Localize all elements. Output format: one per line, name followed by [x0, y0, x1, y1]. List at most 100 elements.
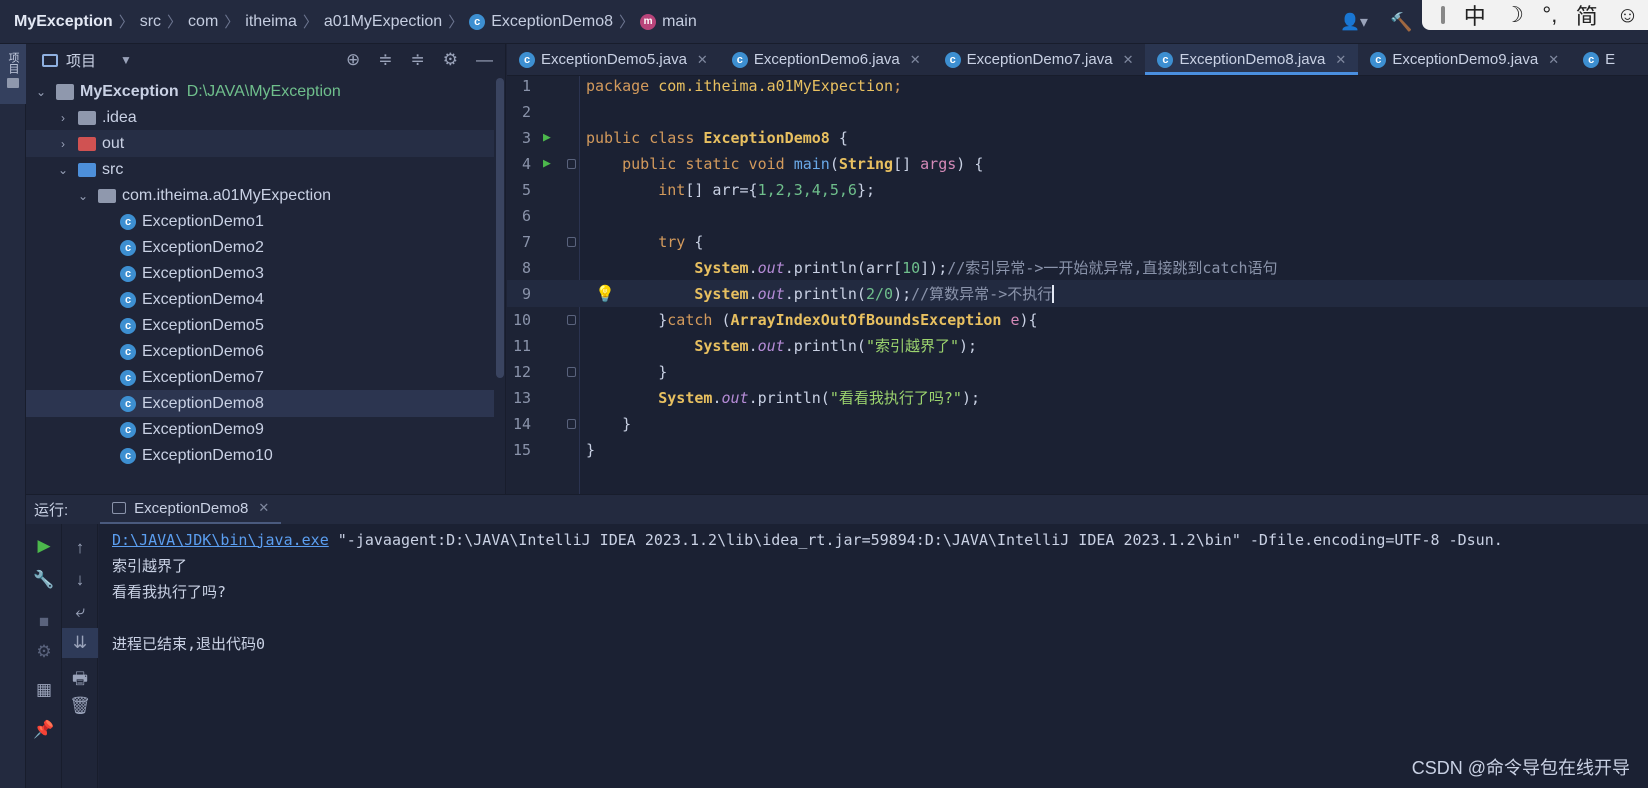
- scroll-to-end-icon[interactable]: ⇊: [62, 628, 98, 658]
- debug-gear-icon[interactable]: ⚙: [26, 642, 62, 662]
- project-panel-title[interactable]: 项目: [66, 50, 96, 71]
- java-exe-link[interactable]: D:\JAVA\JDK\bin\java.exe: [112, 531, 329, 549]
- tree-item-label: ExceptionDemo1: [142, 212, 264, 230]
- arrow-up-icon[interactable]: ↑: [62, 538, 98, 558]
- line-number: 9: [521, 284, 531, 303]
- tree-item-class[interactable]: c ExceptionDemo6: [26, 338, 494, 365]
- breadcrumb-com[interactable]: com: [188, 13, 218, 31]
- tree-item-class[interactable]: c ExceptionDemo5: [26, 312, 494, 339]
- code-line-15: 15 }: [507, 436, 1648, 463]
- run-console[interactable]: D:\JAVA\JDK\bin\java.exe "-javaagent:D:\…: [99, 524, 1648, 788]
- fold-icon[interactable]: [567, 366, 576, 377]
- line-number: 13: [512, 388, 531, 407]
- tree-item-label: ExceptionDemo5: [142, 316, 264, 334]
- code-line-14: 14 }: [507, 410, 1648, 437]
- breadcrumb-project[interactable]: MyException: [14, 13, 113, 31]
- close-icon[interactable]: ✕: [258, 500, 269, 516]
- breadcrumb-src[interactable]: src: [140, 13, 161, 31]
- tree-item-src[interactable]: ⌄ src: [26, 156, 494, 183]
- close-icon[interactable]: ✕: [1548, 52, 1559, 68]
- tab-exceptiondemo6[interactable]: c ExceptionDemo6.java ✕: [720, 44, 933, 75]
- layout-icon[interactable]: ▦: [26, 680, 62, 700]
- close-icon[interactable]: ✕: [910, 52, 921, 68]
- user-account-icon[interactable]: 👤▾: [1340, 12, 1368, 32]
- project-scrollbar[interactable]: [496, 78, 504, 378]
- tree-item-class-selected[interactable]: c ExceptionDemo8: [26, 390, 494, 417]
- ime-simplified[interactable]: 简: [1576, 0, 1598, 31]
- fold-icon[interactable]: [567, 418, 576, 429]
- tree-item-class[interactable]: c ExceptionDemo4: [26, 286, 494, 313]
- chevron-down-icon[interactable]: ⌄: [34, 85, 48, 99]
- breadcrumb-method[interactable]: m main: [640, 13, 697, 31]
- expand-all-icon[interactable]: ≑: [378, 50, 392, 70]
- tree-item-package[interactable]: ⌄ com.itheima.a01MyExpection: [26, 182, 494, 209]
- ime-punctuation[interactable]: °,: [1542, 2, 1557, 28]
- run-tab[interactable]: ExceptionDemo8 ✕: [100, 495, 282, 525]
- close-icon[interactable]: ✕: [697, 52, 708, 68]
- locate-icon[interactable]: ⊕: [346, 50, 360, 70]
- build-hammer-icon[interactable]: 🔨: [1390, 12, 1412, 33]
- gear-icon[interactable]: ⚙: [443, 50, 458, 70]
- tree-item-class[interactable]: c ExceptionDemo2: [26, 234, 494, 261]
- trash-icon[interactable]: 🗑: [62, 696, 98, 716]
- tab-truncated[interactable]: c E: [1571, 44, 1627, 75]
- collapse-all-icon[interactable]: ≑: [411, 50, 425, 70]
- tree-item-label: .idea: [102, 108, 137, 126]
- chevron-right-icon[interactable]: ›: [56, 111, 70, 125]
- tree-item-class[interactable]: c ExceptionDemo1: [26, 208, 494, 235]
- code-text: public static void main(String[] args) {: [622, 154, 984, 173]
- minimize-icon[interactable]: —: [476, 50, 493, 70]
- code-text: }catch (ArrayIndexOutOfBoundsException e…: [658, 310, 1038, 329]
- fold-icon[interactable]: [567, 314, 576, 325]
- tab-exceptiondemo5[interactable]: c ExceptionDemo5.java ✕: [507, 44, 720, 75]
- line-number: 6: [521, 206, 531, 225]
- pin-icon[interactable]: 📌: [26, 720, 62, 740]
- wrench-icon[interactable]: 🔧: [26, 570, 62, 590]
- chevron-down-icon[interactable]: ⌄: [76, 189, 90, 203]
- run-gutter-icon[interactable]: ▶: [543, 130, 551, 145]
- arrow-down-icon[interactable]: ↓: [62, 570, 98, 590]
- project-panel: 项目 ▼ ⊕ ≑ ≑ ⚙ — ⌄ MyException D:\JAVA\MyE…: [26, 44, 506, 494]
- stop-icon[interactable]: ■: [26, 612, 62, 632]
- tree-item-class[interactable]: c ExceptionDemo3: [26, 260, 494, 287]
- tree-item-out[interactable]: › out: [26, 130, 494, 157]
- line-number: 1: [521, 76, 531, 95]
- run-gutter-icon[interactable]: ▶: [543, 156, 551, 171]
- tab-exceptiondemo8[interactable]: c ExceptionDemo8.java ✕: [1145, 44, 1359, 75]
- rerun-icon[interactable]: ▶: [26, 536, 62, 556]
- code-text: }: [658, 362, 668, 381]
- fold-icon[interactable]: [567, 236, 576, 247]
- fold-icon[interactable]: [567, 158, 576, 169]
- code-line-6: 6: [507, 202, 1648, 229]
- soft-wrap-icon[interactable]: ⤶: [62, 602, 98, 622]
- tree-item-label: ExceptionDemo4: [142, 290, 264, 308]
- tab-exceptiondemo9[interactable]: c ExceptionDemo9.java ✕: [1358, 44, 1571, 75]
- tree-item-class[interactable]: c ExceptionDemo10: [26, 442, 494, 469]
- close-icon[interactable]: ✕: [1335, 52, 1346, 68]
- tree-item-class[interactable]: c ExceptionDemo9: [26, 416, 494, 443]
- print-icon[interactable]: 🖶: [62, 666, 98, 695]
- ime-emoji-icon[interactable]: ☺: [1616, 2, 1638, 28]
- project-tool-tab[interactable]: 项目: [0, 44, 26, 104]
- chevron-down-icon[interactable]: ▼: [120, 53, 132, 67]
- chevron-right-icon[interactable]: ›: [56, 137, 70, 151]
- breadcrumb-class[interactable]: c ExceptionDemo8: [469, 13, 613, 31]
- close-icon[interactable]: ✕: [1123, 52, 1134, 68]
- ime-drag-handle[interactable]: [1441, 6, 1446, 24]
- tree-item-idea[interactable]: › .idea: [26, 104, 494, 131]
- breadcrumb-itheima[interactable]: itheima: [245, 13, 297, 31]
- tab-exceptiondemo7[interactable]: c ExceptionDemo7.java ✕: [933, 44, 1146, 75]
- tree-item-class[interactable]: c ExceptionDemo7: [26, 364, 494, 391]
- breadcrumb-package[interactable]: a01MyExpection: [324, 13, 442, 31]
- class-icon: c: [120, 213, 136, 230]
- chevron-down-icon[interactable]: ⌄: [56, 163, 70, 177]
- console-icon: [112, 502, 127, 514]
- ime-moon-icon[interactable]: ☽: [1504, 2, 1524, 28]
- code-editor[interactable]: 1 package com.itheima.a01MyExpection; 2 …: [507, 76, 1648, 494]
- editor-tabs: c ExceptionDemo5.java ✕ c ExceptionDemo6…: [507, 44, 1648, 76]
- module-folder-icon: [56, 83, 74, 100]
- ime-chinese-mode[interactable]: 中: [1464, 0, 1486, 31]
- tree-root[interactable]: ⌄ MyException D:\JAVA\MyException: [26, 78, 494, 105]
- console-command-line: D:\JAVA\JDK\bin\java.exe "-javaagent:D:\…: [112, 526, 1503, 553]
- class-icon: c: [120, 369, 136, 386]
